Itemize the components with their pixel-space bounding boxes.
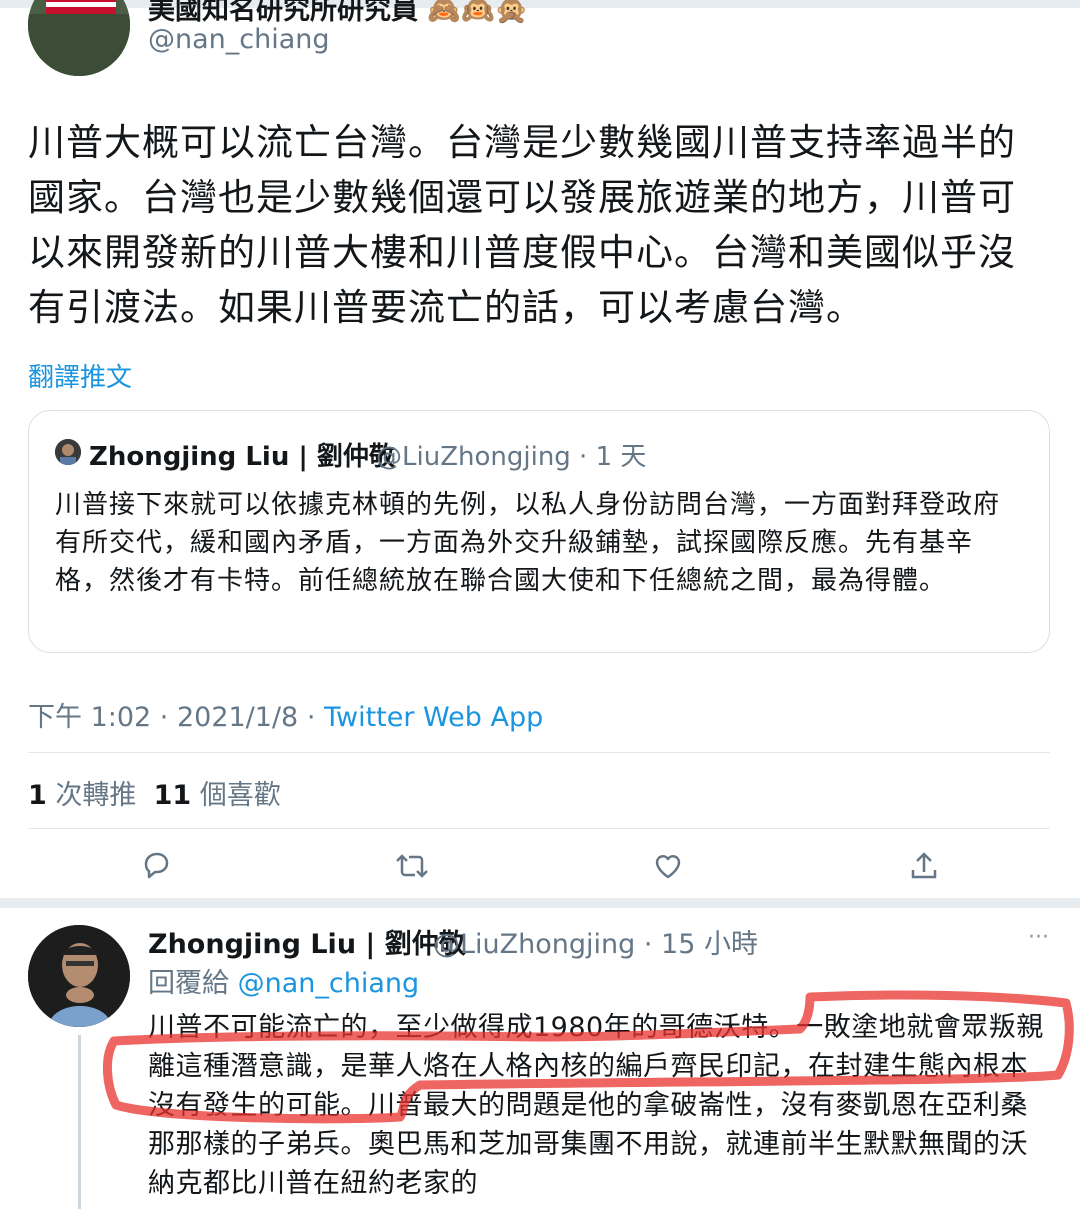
retweet-button[interactable] — [388, 842, 436, 890]
author-avatar[interactable] — [28, 0, 130, 76]
tweet-time: 下午 1:02 — [28, 702, 152, 733]
retweet-label[interactable]: 次轉推 — [55, 780, 136, 811]
reply-meta: @LiuZhongjing · 15 小時 — [433, 929, 758, 960]
replying-prefix: 回覆給 — [148, 968, 229, 999]
quoted-tweet-text: 川普接下來就可以依據克林頓的先例，以私人身份訪問台灣，一方面對拜登政府有所交代，… — [55, 490, 1001, 596]
retweet-count[interactable]: 1 — [28, 780, 47, 811]
tweet-meta: 下午 1:02 · 2021/1/8 · Twitter Web App — [28, 702, 544, 733]
reply-text: 川普不可能流亡的，至少做得成1980年的哥德沃特。一敗塗地就會眾叛親離這種潛意識… — [148, 1012, 1044, 1199]
reply-time: 15 小時 — [661, 929, 758, 960]
tweet-action-bar — [0, 842, 1080, 890]
quoted-author-name: Zhongjing Liu | 劉仲敬 — [89, 442, 395, 472]
retweet-icon — [396, 854, 428, 878]
share-button[interactable] — [900, 842, 948, 890]
replying-to-handle-link[interactable]: @nan_chiang — [238, 968, 420, 999]
tweet-source-link[interactable]: Twitter Web App — [324, 702, 543, 733]
reply-author-avatar[interactable] — [28, 925, 130, 1027]
reply-button[interactable] — [132, 842, 180, 890]
more-options-icon[interactable]: ··· — [1028, 925, 1049, 950]
reply-author-handle[interactable]: @LiuZhongjing — [433, 929, 635, 960]
divider — [28, 828, 1050, 829]
tweet-stats: 1 次轉推 11 個喜歡 — [28, 773, 281, 812]
like-button[interactable] — [644, 842, 692, 890]
like-icon — [655, 855, 681, 879]
translate-tweet-link[interactable]: 翻譯推文 — [28, 357, 132, 394]
quoted-author-handle: @LiuZhongjing — [376, 442, 571, 472]
section-separator — [0, 898, 1080, 908]
thread-line — [78, 1035, 81, 1209]
quoted-author-avatar — [55, 439, 81, 465]
reply-author-name[interactable]: Zhongjing Liu | 劉仲敬 — [148, 922, 466, 961]
tweet-text: 川普大概可以流亡台灣。台灣是少數幾國川普支持率過半的國家。台灣也是少數幾個還可以… — [28, 121, 1016, 329]
replying-to: 回覆給 @nan_chiang — [148, 961, 419, 1000]
author-handle[interactable]: @nan_chiang — [148, 24, 330, 55]
quoted-meta: @LiuZhongjing · 1 天 — [376, 442, 647, 472]
divider — [28, 752, 1050, 753]
quoted-time: 1 天 — [595, 442, 647, 472]
like-count[interactable]: 11 — [154, 780, 192, 811]
like-label[interactable]: 個喜歡 — [200, 780, 281, 811]
reply-icon — [144, 852, 169, 879]
share-icon — [911, 852, 937, 879]
tweet-date: 2021/1/8 — [176, 702, 299, 733]
author-name[interactable]: 美國知名研究所研究員 🙈🙉🙊 — [148, 0, 528, 27]
